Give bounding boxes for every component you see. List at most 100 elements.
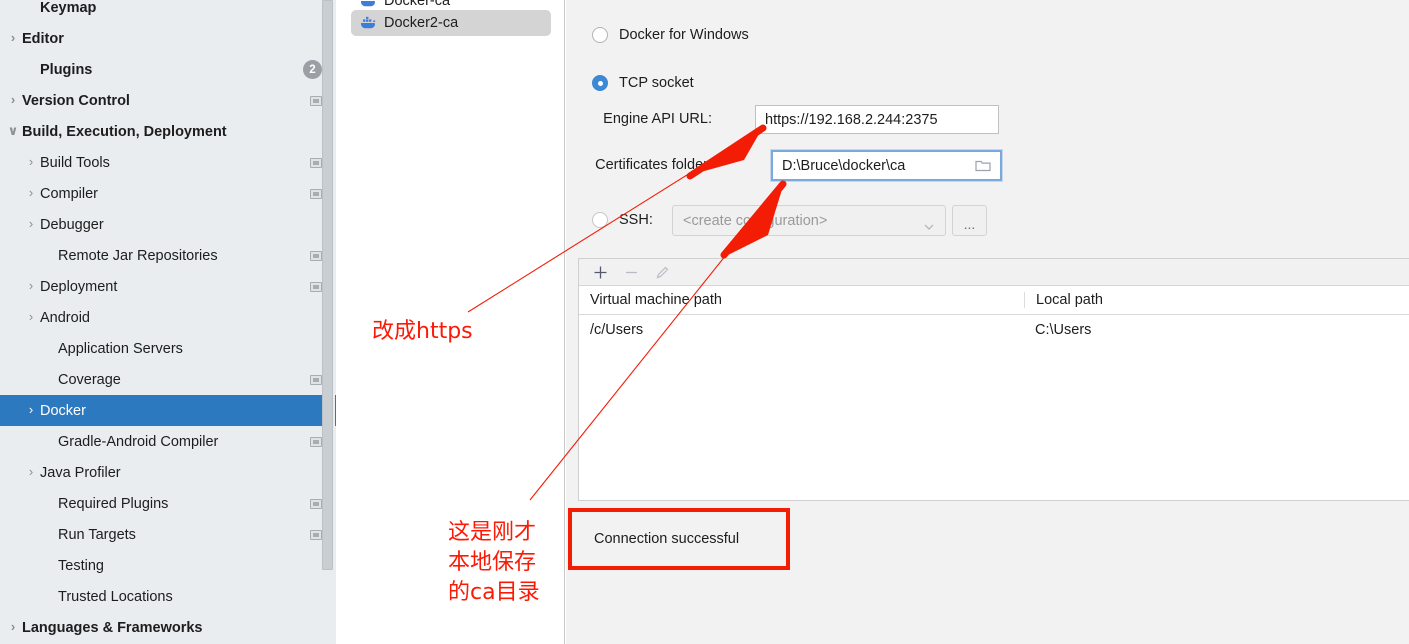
chevron-right-icon[interactable]: › <box>22 403 40 416</box>
sidebar-item-label: Compiler <box>40 185 99 202</box>
sidebar-item-label: Keymap <box>40 0 97 16</box>
list-item[interactable]: Docker2-ca <box>351 10 551 36</box>
ssh-more-button[interactable]: ... <box>952 205 987 236</box>
docker-whale-icon <box>360 0 377 8</box>
copy-settings-icon[interactable] <box>310 188 322 199</box>
sidebar-item-label: Application Servers <box>58 340 183 357</box>
engine-api-url-label: Engine API URL: <box>603 111 712 127</box>
sidebar-item-label: Android <box>40 309 90 326</box>
list-item-label: Docker-ca <box>384 0 451 9</box>
engine-api-url-input[interactable]: https://192.168.2.244:2375 <box>755 105 999 134</box>
cell-local-path: C:\Users <box>1035 321 1092 338</box>
copy-settings-icon[interactable] <box>310 498 322 509</box>
ssh-configuration-value: <create configuration> <box>683 212 828 229</box>
sidebar-item-label: Build, Execution, Deployment <box>22 123 227 140</box>
path-mappings-table: Virtual machine path Local path /c/Users… <box>578 258 1409 501</box>
cell-virtual-machine-path: /c/Users <box>590 321 644 338</box>
certificates-folder-input[interactable]: D:\Bruce\docker\ca <box>771 150 1002 181</box>
chevron-right-icon[interactable]: › <box>22 465 40 478</box>
sidebar-item-debugger[interactable]: › Debugger <box>0 209 336 240</box>
sidebar-item-plugins[interactable]: Plugins 2 <box>0 54 336 85</box>
column-header-virtual-machine-path[interactable]: Virtual machine path <box>579 292 1024 308</box>
radio-label: Docker for Windows <box>619 27 749 43</box>
sidebar-item-label: Testing <box>58 557 104 574</box>
path-mappings-toolbar[interactable] <box>579 259 1409 286</box>
table-header-row: Virtual machine path Local path <box>579 286 1409 315</box>
column-header-local-path[interactable]: Local path <box>1024 292 1409 308</box>
sidebar-item-coverage[interactable]: Coverage <box>0 364 336 395</box>
sidebar-scrollbar-track[interactable] <box>322 0 335 644</box>
certificates-folder-value: D:\Bruce\docker\ca <box>782 157 906 174</box>
sidebar-item-label: Gradle-Android Compiler <box>58 433 219 450</box>
sidebar-item-label: Required Plugins <box>58 495 169 512</box>
table-row[interactable]: /c/Users C:\Users <box>579 315 1409 344</box>
sidebar-item-required-plugins[interactable]: Required Plugins <box>0 488 336 519</box>
radio-label: TCP socket <box>619 75 694 91</box>
chevron-right-icon[interactable]: › <box>4 31 22 44</box>
copy-settings-icon[interactable] <box>310 281 322 292</box>
radio-button-selected-icon <box>592 75 608 91</box>
docker-connections-list[interactable]: Docker-ca Docker2-ca <box>336 0 565 644</box>
copy-settings-icon[interactable] <box>310 374 322 385</box>
radio-tcp-socket[interactable]: TCP socket <box>592 75 694 91</box>
folder-icon[interactable] <box>975 159 991 172</box>
copy-settings-icon[interactable] <box>310 157 322 168</box>
sidebar-item-remote-jar-repositories[interactable]: Remote Jar Repositories <box>0 240 336 271</box>
copy-settings-icon[interactable] <box>310 250 322 261</box>
ssh-configuration-dropdown[interactable]: <create configuration> <box>672 205 946 236</box>
sidebar-item-label: Debugger <box>40 216 104 233</box>
sidebar-item-trusted-locations[interactable]: Trusted Locations <box>0 581 336 612</box>
sidebar-item-build-execution-deployment[interactable]: ∨ Build, Execution, Deployment <box>0 116 336 147</box>
settings-dialog: Keymap › Editor Plugins 2 › Version Control ∨ Bu… <box>0 0 1409 644</box>
list-item-label: Docker2-ca <box>384 15 459 31</box>
sidebar-item-application-servers[interactable]: Application Servers <box>0 333 336 364</box>
sidebar-item-version-control[interactable]: › Version Control <box>0 85 336 116</box>
docker-connection-settings: Docker for Windows TCP socket Engine API… <box>566 0 1409 644</box>
chevron-right-icon[interactable]: › <box>4 93 22 106</box>
chevron-right-icon[interactable]: › <box>22 186 40 199</box>
sidebar-item-languages-frameworks[interactable]: › Languages & Frameworks <box>0 612 336 643</box>
chevron-down-icon[interactable]: ∨ <box>4 124 22 137</box>
sidebar-item-android[interactable]: › Android <box>0 302 336 333</box>
sidebar-item-run-targets[interactable]: Run Targets <box>0 519 336 550</box>
sidebar-item-label: Editor <box>22 30 64 47</box>
copy-settings-icon[interactable] <box>310 436 322 447</box>
sidebar-item-editor[interactable]: › Editor <box>0 23 336 54</box>
sidebar-item-compiler[interactable]: › Compiler <box>0 178 336 209</box>
sidebar-item-gradle-android-compiler[interactable]: Gradle-Android Compiler <box>0 426 336 457</box>
radio-docker-for-windows[interactable]: Docker for Windows <box>592 27 749 43</box>
sidebar-item-keymap[interactable]: Keymap <box>0 0 336 23</box>
settings-sidebar[interactable]: Keymap › Editor Plugins 2 › Version Control ∨ Bu… <box>0 0 336 644</box>
radio-button-icon <box>592 212 608 228</box>
sidebar-item-label: Version Control <box>22 92 130 109</box>
plugins-update-badge: 2 <box>303 60 322 79</box>
engine-api-url-value: https://192.168.2.244:2375 <box>765 111 938 128</box>
sidebar-item-label: Run Targets <box>58 526 136 543</box>
chevron-right-icon[interactable]: › <box>22 217 40 230</box>
remove-icon <box>623 264 640 281</box>
chevron-right-icon[interactable]: › <box>4 620 22 633</box>
sidebar-scrollbar-thumb[interactable] <box>322 0 333 570</box>
certificates-folder-label: Certificates folder: <box>595 157 712 173</box>
add-icon[interactable] <box>592 264 609 281</box>
radio-label: SSH: <box>619 212 653 228</box>
sidebar-item-docker[interactable]: › Docker <box>0 395 336 426</box>
sidebar-item-label: Languages & Frameworks <box>22 619 203 636</box>
sidebar-item-label: Build Tools <box>40 154 110 171</box>
sidebar-item-testing[interactable]: Testing <box>0 550 336 581</box>
sidebar-item-label: Docker <box>40 402 86 419</box>
chevron-right-icon[interactable]: › <box>22 279 40 292</box>
sidebar-item-label: Java Profiler <box>40 464 121 481</box>
radio-ssh[interactable]: SSH: <box>592 212 653 228</box>
docker-whale-icon <box>360 16 377 30</box>
sidebar-item-deployment[interactable]: › Deployment <box>0 271 336 302</box>
sidebar-item-label: Trusted Locations <box>58 588 173 605</box>
sidebar-item-java-profiler[interactable]: › Java Profiler <box>0 457 336 488</box>
copy-settings-icon[interactable] <box>310 95 322 106</box>
chevron-right-icon[interactable]: › <box>22 155 40 168</box>
copy-settings-icon[interactable] <box>310 529 322 540</box>
chevron-right-icon[interactable]: › <box>22 310 40 323</box>
sidebar-item-label: Deployment <box>40 278 118 295</box>
connection-status-message: Connection successful <box>578 510 791 567</box>
sidebar-item-build-tools[interactable]: › Build Tools <box>0 147 336 178</box>
